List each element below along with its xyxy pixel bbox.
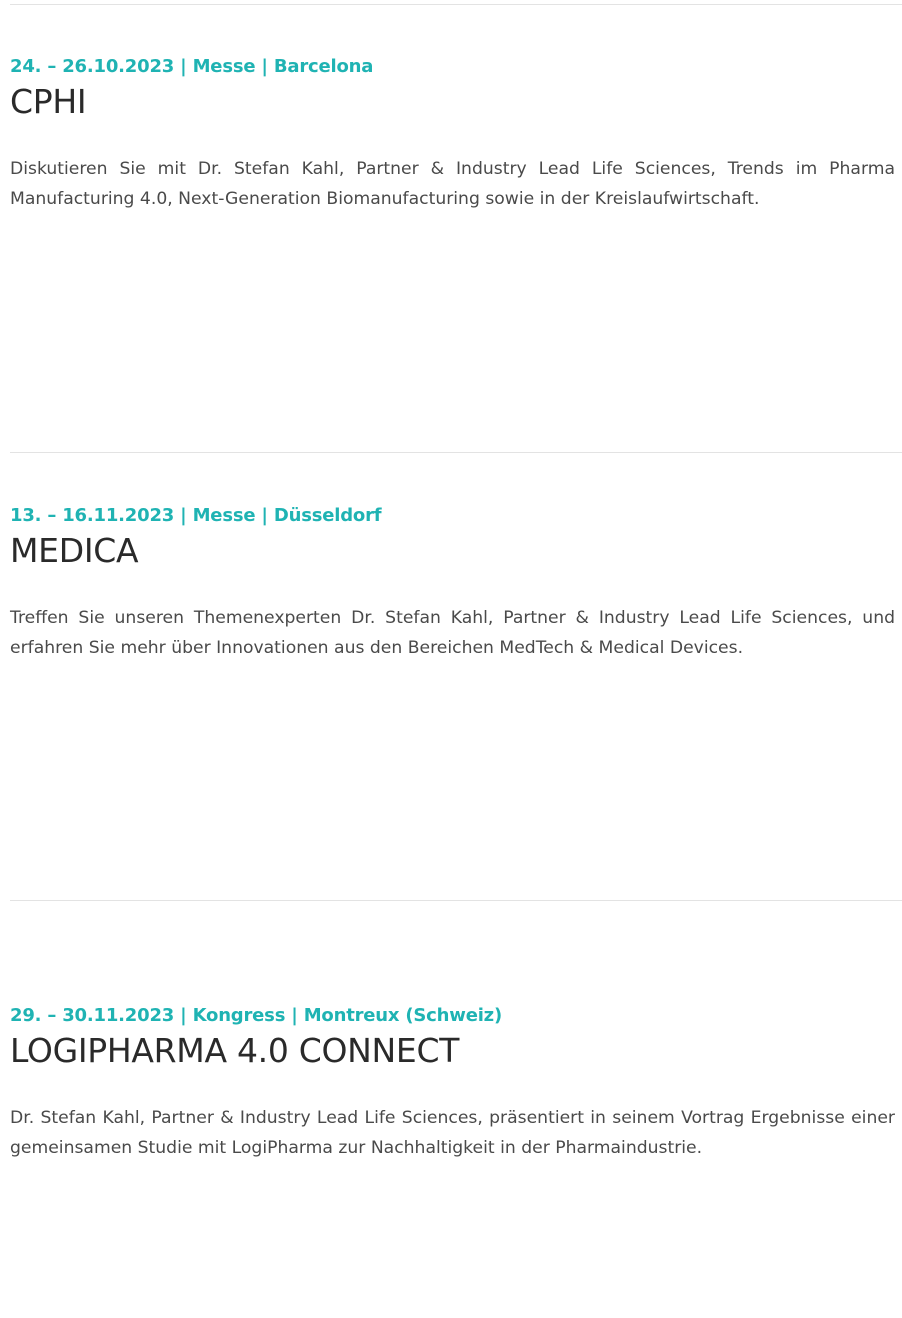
- event-meta: 29. – 30.11.2023 | Kongress | Montreux (…: [10, 1005, 502, 1026]
- divider: [10, 452, 902, 453]
- event-description: Treffen Sie unseren Themenexperten Dr. S…: [10, 608, 895, 658]
- event-description: Diskutieren Sie mit Dr. Stefan Kahl, Par…: [10, 159, 895, 209]
- event-medica: 13. – 16.11.2023 | Messe | Düsseldorf ME…: [10, 505, 895, 663]
- event-logipharma: 29. – 30.11.2023 | Kongress | Montreux (…: [10, 1005, 895, 1163]
- event-description: Dr. Stefan Kahl, Partner & Industry Lead…: [10, 1108, 895, 1158]
- divider: [10, 4, 902, 5]
- event-title[interactable]: MEDICA: [10, 531, 895, 571]
- divider: [10, 900, 902, 901]
- event-title[interactable]: CPHI: [10, 82, 895, 122]
- event-title[interactable]: LOGIPHARMA 4.0 CONNECT: [10, 1031, 895, 1071]
- event-cphi: 24. – 26.10.2023 | Messe | Barcelona CPH…: [10, 56, 895, 214]
- event-meta: 13. – 16.11.2023 | Messe | Düsseldorf: [10, 505, 382, 526]
- event-meta: 24. – 26.10.2023 | Messe | Barcelona: [10, 56, 374, 77]
